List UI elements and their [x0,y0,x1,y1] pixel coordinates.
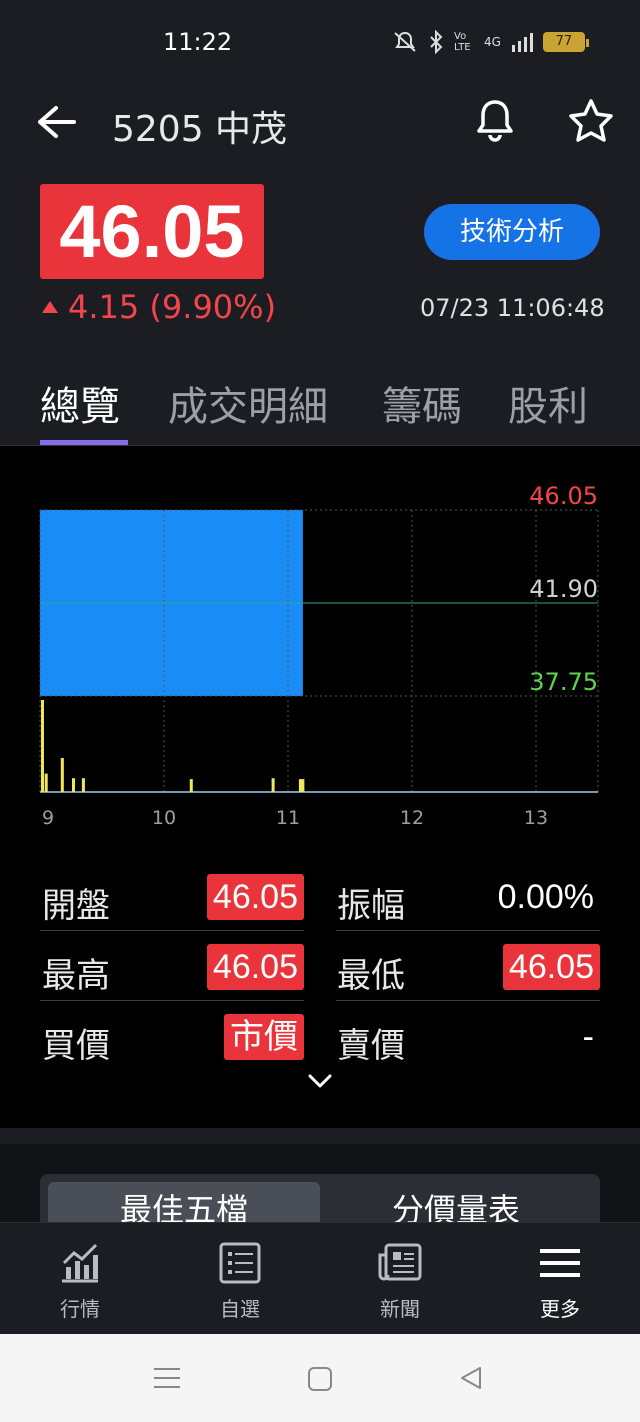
x-tick-label: 10 [152,807,176,829]
stats-divider [40,930,304,931]
up-triangle-icon [42,301,58,313]
best-five-tab[interactable]: 最佳五檔 [48,1182,320,1222]
nav-news-label: 新聞 [380,1297,420,1321]
volume-bar [60,757,64,792]
order-book-section: 最佳五檔 分價量表 [0,1144,640,1222]
volte-label: Vo LTE [454,31,471,53]
tab-underline [40,440,128,445]
high-label: 最高 [42,956,110,996]
chart-icon [62,1243,98,1283]
volume-bar [81,778,85,792]
home-icon[interactable] [307,1366,333,1392]
stats-divider [40,1000,304,1001]
tab-bar: 總覽 成交明細 籌碼 股利 [0,374,640,446]
stock-header: 5205 中茂 46.05 技術分析 4.15 (9.90%) 07/23 11… [0,84,640,446]
y-tick-label: 37.75 [529,668,598,696]
high-value: 46.05 [206,944,304,990]
technical-analysis-button[interactable]: 技術分析 [424,204,600,260]
section-separator [0,1128,640,1144]
stats-panel: 開盤 46.05 振幅 0.00% 最高 46.05 最低 46.05 買價 市… [0,862,640,1132]
ask-label: 賣價 [337,1026,405,1066]
stats-divider [336,1000,600,1001]
current-price: 46.05 [40,184,264,279]
low-value: 46.05 [502,944,600,990]
bluetooth-icon [430,30,443,54]
menu-icon [540,1249,580,1277]
volume-bar [271,778,275,792]
y-tick-label: 41.90 [529,575,598,603]
star-icon[interactable] [566,96,616,146]
system-nav-bar [0,1334,640,1422]
list-icon [219,1242,261,1284]
nav-watchlist-label: 自選 [220,1297,260,1321]
x-tick-label: 11 [276,807,300,829]
nav-more[interactable]: 更多 [500,1223,620,1335]
amplitude-label: 振幅 [337,886,405,926]
bell-icon[interactable] [470,96,520,146]
tab-dividend[interactable]: 股利 [508,374,588,432]
nav-market-label: 行情 [60,1297,100,1321]
volume-bar [301,779,305,792]
open-value: 46.05 [206,874,304,920]
amplitude-value: 0.00% [497,878,594,916]
x-tick-label: 9 [42,807,54,829]
signal-icon [511,33,533,52]
mute-icon [394,31,416,52]
price-volume-tab[interactable]: 分價量表 [320,1182,592,1222]
intraday-chart[interactable]: 46.05 41.90 37.75 9 10 11 12 13 [0,446,640,836]
stats-divider [336,930,600,931]
low-label: 最低 [337,956,405,996]
nav-news[interactable]: 新聞 [340,1223,460,1335]
tab-chips[interactable]: 籌碼 [382,374,462,432]
back-arrow-icon[interactable] [34,102,78,142]
order-book-toggle: 最佳五檔 分價量表 [40,1174,600,1222]
volume-bar [71,778,75,792]
status-time: 11:22 [163,28,233,56]
nav-watchlist[interactable]: 自選 [180,1223,300,1335]
volume-bar [40,700,44,792]
x-tick-label: 12 [400,807,424,829]
stock-title: 5205 中茂 [112,109,288,150]
volume-bar [44,773,48,792]
nav-market[interactable]: 行情 [20,1223,140,1335]
status-bar: 11:22 Vo LTE 4G 77 [0,0,640,84]
recent-apps-icon[interactable] [154,1366,180,1390]
bid-value: 市價 [224,1014,304,1060]
status-icons: Vo LTE 4G 77 [392,28,589,56]
network-label: 4G [484,35,501,49]
chevron-down-icon[interactable] [306,1072,334,1092]
news-icon [378,1243,422,1281]
chart-svg: 46.05 41.90 37.75 9 10 11 12 13 [39,482,599,829]
price-change-value: 4.15 (9.90%) [68,288,277,326]
battery-icon: 77 [542,32,589,52]
ask-value: - [582,1018,594,1056]
back-triangle-icon[interactable] [458,1365,484,1391]
y-tick-label: 46.05 [529,482,598,510]
price-change: 4.15 (9.90%) [42,288,276,326]
open-label: 開盤 [42,886,110,926]
tab-overview[interactable]: 總覽 [40,374,120,432]
x-tick-label: 13 [524,807,548,829]
tab-trade-details[interactable]: 成交明細 [168,374,328,432]
quote-datetime: 07/23 11:06:48 [420,294,605,322]
nav-more-label: 更多 [540,1297,580,1321]
bid-label: 買價 [42,1026,110,1066]
bottom-nav: 行情 自選 新聞 更多 [0,1222,640,1334]
volume-bar [189,779,193,792]
